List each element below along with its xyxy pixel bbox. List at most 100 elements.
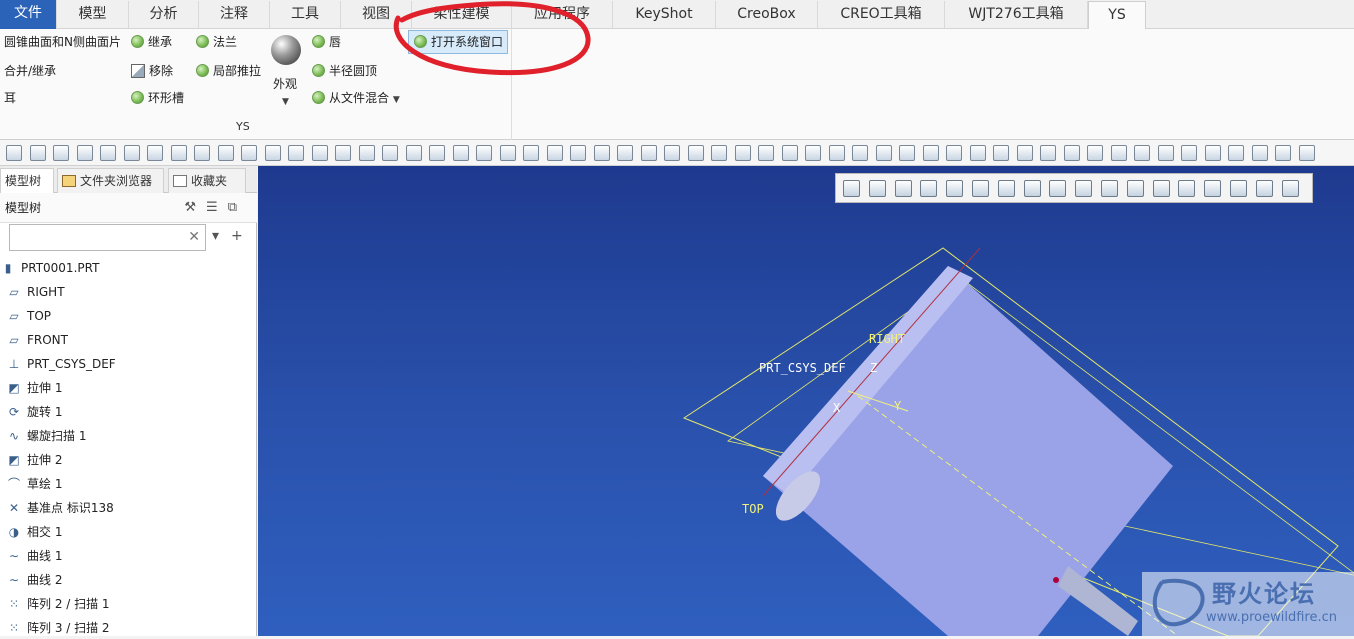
toolbar-tool-icon[interactable] <box>1204 145 1221 161</box>
tab-keyshot[interactable]: KeyShot <box>613 1 716 29</box>
toolbar-tool-icon[interactable] <box>570 145 586 161</box>
view-tool-icon[interactable] <box>843 180 860 197</box>
toolbar-tool-icon[interactable] <box>523 145 539 161</box>
toolbar-tool-icon[interactable] <box>335 145 351 161</box>
toolbar-tool-icon[interactable] <box>194 145 210 161</box>
toolbar-tool-icon[interactable] <box>429 145 445 161</box>
view-tool-icon[interactable] <box>1281 180 1299 197</box>
tab-creo-toolbox[interactable]: CREO工具箱 <box>818 1 945 29</box>
toolbar-tool-icon[interactable] <box>593 145 610 161</box>
toolbar-tool-icon[interactable] <box>922 145 939 161</box>
inherit-button[interactable]: 继承 <box>131 31 172 53</box>
merge-inherit-button[interactable]: 合并/继承 <box>4 60 56 82</box>
tree-item[interactable]: ◑ 相交 1 <box>6 521 63 543</box>
flange-button[interactable]: 法兰 <box>196 31 237 53</box>
tab-wjt276-toolbox[interactable]: WJT276工具箱 <box>945 1 1088 29</box>
toolbar-tool-icon[interactable] <box>358 145 375 161</box>
toolbar-tool-icon[interactable] <box>1228 145 1244 161</box>
view-tool-icon[interactable] <box>1126 180 1144 197</box>
view-tool-icon[interactable] <box>1152 180 1170 197</box>
view-tool-icon[interactable] <box>997 180 1015 197</box>
view-tool-icon[interactable] <box>1049 180 1067 197</box>
lip-button[interactable]: 唇 <box>312 31 341 53</box>
toolbar-tool-icon[interactable] <box>476 145 492 161</box>
tree-item[interactable]: ∼ 曲线 1 <box>6 545 62 567</box>
toolbar-tool-icon[interactable] <box>1087 145 1103 161</box>
chevron-down-icon[interactable]: ▾ <box>212 228 231 244</box>
tree-item[interactable]: ⊥ PRT_CSYS_DEF <box>6 353 116 375</box>
search-input[interactable]: ✕ <box>9 224 206 251</box>
tab-creobox[interactable]: CreoBox <box>716 1 818 29</box>
toolbar-tool-icon[interactable] <box>452 145 469 161</box>
tab-ys[interactable]: YS <box>1088 1 1146 30</box>
tree-item[interactable]: ▱ TOP <box>6 305 51 327</box>
toolbar-tool-icon[interactable] <box>1063 145 1080 161</box>
appearance-sphere-icon[interactable] <box>271 35 301 65</box>
toolbar-tool-icon[interactable] <box>1157 145 1174 161</box>
toroidal-groove-button[interactable]: 环形槽 <box>131 87 184 109</box>
view-tool-icon[interactable] <box>1075 180 1093 197</box>
toolbar-tool-icon[interactable] <box>76 145 93 161</box>
toolbar-tool-icon[interactable] <box>499 145 516 161</box>
tree-item[interactable]: ▮ PRT0001.PRT <box>0 257 100 279</box>
add-icon[interactable]: + <box>231 228 255 244</box>
view-tool-icon[interactable] <box>894 180 912 197</box>
toolbar-tool-icon[interactable] <box>147 145 163 161</box>
toolbar-tool-icon[interactable] <box>311 145 328 161</box>
toolbar-tool-icon[interactable] <box>734 145 751 161</box>
remove-button[interactable]: 移除 <box>131 60 173 82</box>
tab-file[interactable]: 文件 <box>0 0 57 29</box>
toolbar-tool-icon[interactable] <box>546 145 563 161</box>
view-tool-icon[interactable] <box>1178 180 1196 197</box>
toolbar-tool-icon[interactable] <box>875 145 892 161</box>
toolbar-tool-icon[interactable] <box>29 145 46 161</box>
toolbar-tool-icon[interactable] <box>852 145 868 161</box>
toolbar-tool-icon[interactable] <box>711 145 727 161</box>
toolbar-tool-icon[interactable] <box>1040 145 1056 161</box>
tab-model[interactable]: 模型 <box>57 1 129 29</box>
tab-folder-browser[interactable]: 文件夹浏览器 <box>57 168 164 193</box>
toolbar-tool-icon[interactable] <box>100 145 116 161</box>
toolbar-tool-icon[interactable] <box>1110 145 1127 161</box>
toolbar-tool-icon[interactable] <box>1275 145 1291 161</box>
toolbar-tool-icon[interactable] <box>1298 145 1315 161</box>
toolbar-tool-icon[interactable] <box>1016 145 1033 161</box>
local-push-button[interactable]: 局部推拉 <box>196 60 261 82</box>
toolbar-tool-icon[interactable] <box>53 145 69 161</box>
toolbar-tool-icon[interactable] <box>123 145 140 161</box>
toolbar-tool-icon[interactable] <box>899 145 915 161</box>
tree-item[interactable]: ∼ 曲线 2 <box>6 569 62 591</box>
conic-surface-button[interactable]: 圆锥曲面和N侧曲面片 <box>4 31 121 53</box>
ear-button[interactable]: 耳 <box>4 87 16 109</box>
view-tool-icon[interactable] <box>868 180 886 197</box>
view-tool-icon[interactable] <box>1101 180 1118 197</box>
appearance-dropdown-icon[interactable]: ▼ <box>282 91 289 113</box>
graphics-viewport[interactable]: RIGHT PRT_CSYS_DEF Z X Y TOP <box>258 166 1354 636</box>
toolbar-tool-icon[interactable] <box>6 145 22 161</box>
toolbar-tool-icon[interactable] <box>405 145 422 161</box>
tree-item[interactable]: ▱ FRONT <box>6 329 68 351</box>
tree-item[interactable]: ⟳ 旋转 1 <box>6 401 62 423</box>
tree-item[interactable]: ∿ 螺旋扫描 1 <box>6 425 86 447</box>
toolbar-tool-icon[interactable] <box>993 145 1009 161</box>
view-tool-icon[interactable] <box>1255 180 1273 197</box>
toolbar-tool-icon[interactable] <box>1181 145 1197 161</box>
tab-favorites[interactable]: 收藏夹 <box>168 168 246 193</box>
filter-icon[interactable]: ⧉ <box>228 200 247 215</box>
tree-item[interactable]: ◩ 拉伸 1 <box>6 377 62 399</box>
toolbar-tool-icon[interactable] <box>617 145 633 161</box>
tree-item[interactable]: ⌒ 草绘 1 <box>6 473 62 495</box>
toolbar-tool-icon[interactable] <box>640 145 657 161</box>
toolbar-tool-icon[interactable] <box>1134 145 1150 161</box>
toolbar-tool-icon[interactable] <box>828 145 845 161</box>
toolbar-tool-icon[interactable] <box>664 145 680 161</box>
toolbar-tool-icon[interactable] <box>946 145 962 161</box>
toolbar-tool-icon[interactable] <box>758 145 774 161</box>
toolbar-tool-icon[interactable] <box>241 145 257 161</box>
view-tool-icon[interactable] <box>1204 180 1222 197</box>
toolbar-tool-icon[interactable] <box>217 145 234 161</box>
tree-item[interactable]: ◩ 拉伸 2 <box>6 449 62 471</box>
view-tool-icon[interactable] <box>946 180 964 197</box>
toolbar-tool-icon[interactable] <box>781 145 798 161</box>
tree-item[interactable]: ✕ 基准点 标识138 <box>6 497 114 519</box>
